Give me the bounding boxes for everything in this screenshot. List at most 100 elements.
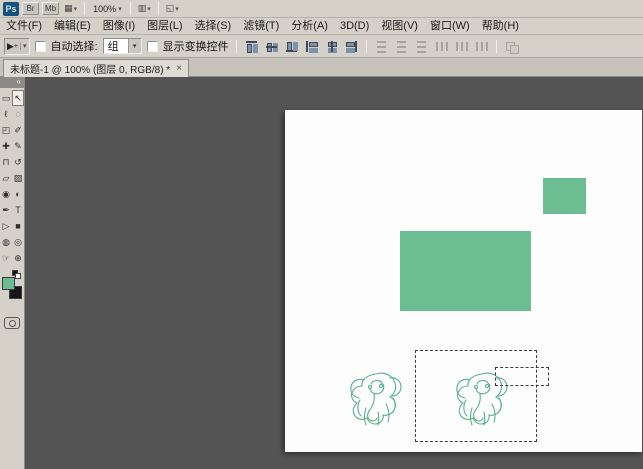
menu-item-select[interactable]: 选择(S) [189, 18, 238, 35]
separator [130, 2, 131, 15]
chevron-down-icon: ▾ [128, 39, 141, 53]
auto-align-layers-icon[interactable] [504, 39, 519, 54]
menu-item-edit[interactable]: 编辑(E) [48, 18, 97, 35]
chevron-down-icon: ▾ [175, 5, 179, 13]
distribute-vertical-centers-icon[interactable] [394, 39, 409, 54]
photoshop-window: Ps Br Mb ▦ ▾ 100% ▾ ▥ ▾ ◱ ▾ 文件(F) 编辑(E) … [0, 0, 643, 469]
auto-select-target-value: 组 [104, 38, 128, 54]
quick-mask-mode-button[interactable] [4, 317, 20, 329]
arrange-documents-dropdown[interactable]: ▦ ▾ [62, 2, 79, 16]
eraser-tool[interactable]: ▱ [0, 170, 12, 186]
clone-stamp-tool[interactable]: ⊓ [0, 154, 12, 170]
menu-item-view[interactable]: 视图(V) [375, 18, 424, 35]
move-tool-icon: ▶ [7, 41, 14, 52]
chevron-down-icon: ▾ [147, 5, 151, 13]
brush-tool[interactable]: ✎ [12, 138, 24, 154]
hand-tool[interactable]: ☞ [0, 250, 12, 266]
canvas-workspace [25, 77, 643, 469]
large-green-rect-shape [400, 231, 531, 311]
tools-panel: « ▭ ↖ ℓ ◌ ◰ ✐ ✚ ✎ ⊓ ↺ ▱ ▨ ◉ ◐ ✒ T ▷ ■ ◍ … [0, 77, 25, 469]
rectangle-shape-tool[interactable]: ■ [12, 218, 24, 234]
menu-item-3d[interactable]: 3D(D) [334, 18, 375, 35]
distribute-top-edges-icon[interactable] [374, 39, 389, 54]
separator [496, 40, 497, 53]
view-extras-icon: ▥ [138, 3, 147, 14]
show-transform-controls-checkbox[interactable] [147, 41, 158, 52]
crop-tool[interactable]: ◰ [0, 122, 12, 138]
tool-preset-picker[interactable]: ▶ + ▾ [4, 38, 30, 55]
lasso-tool[interactable]: ℓ [0, 106, 12, 122]
menu-item-file[interactable]: 文件(F) [0, 18, 48, 35]
auto-select-label: 自动选择: [51, 38, 98, 54]
align-vertical-centers-icon[interactable] [264, 39, 279, 54]
chevron-down-icon: ▾ [74, 5, 78, 13]
separator [236, 40, 237, 53]
align-left-edges-icon[interactable] [304, 39, 319, 54]
bridge-button[interactable]: Br [22, 2, 39, 15]
close-icon[interactable]: × [176, 63, 182, 74]
quick-selection-tool[interactable]: ◌ [12, 106, 24, 122]
view-extras-dropdown[interactable]: ▥ ▾ [136, 2, 153, 16]
document-tab[interactable]: 未标题-1 @ 100% (图层 0, RGB/8) * × [3, 59, 189, 77]
photoshop-logo: Ps [3, 2, 19, 16]
pen-tool[interactable]: ✒ [0, 202, 12, 218]
menu-item-image[interactable]: 图像(I) [97, 18, 141, 35]
eyedropper-tool[interactable]: ✐ [12, 122, 24, 138]
tool-options-bar: ▶ + ▾ 自动选择: 组 ▾ 显示变换控件 [0, 35, 643, 58]
distribute-right-edges-icon[interactable] [474, 39, 489, 54]
menu-item-analysis[interactable]: 分析(A) [285, 18, 334, 35]
separator [158, 2, 159, 15]
menu-item-layer[interactable]: 图层(L) [141, 18, 188, 35]
collapse-panel-button[interactable]: « [0, 77, 24, 88]
document-tab-title: 未标题-1 @ 100% (图层 0, RGB/8) * [10, 61, 170, 76]
move-tool[interactable]: ↖ [12, 90, 24, 106]
separator [366, 40, 367, 53]
history-brush-tool[interactable]: ↺ [12, 154, 24, 170]
align-horizontal-centers-icon[interactable] [324, 39, 339, 54]
auto-select-target-dropdown[interactable]: 组 ▾ [103, 38, 142, 54]
menu-item-help[interactable]: 帮助(H) [476, 18, 525, 35]
spot-healing-brush-tool[interactable]: ✚ [0, 138, 12, 154]
selection-marquee [415, 350, 537, 442]
menu-item-window[interactable]: 窗口(W) [424, 18, 476, 35]
separator [84, 2, 85, 15]
small-green-square-shape [543, 178, 586, 214]
tools-grid: ▭ ↖ ℓ ◌ ◰ ✐ ✚ ✎ ⊓ ↺ ▱ ▨ ◉ ◐ ✒ T ▷ ■ ◍ ◎ … [0, 90, 24, 266]
chevron-down-icon: ▾ [118, 5, 122, 13]
path-selection-tool[interactable]: ▷ [0, 218, 12, 234]
application-bar: Ps Br Mb ▦ ▾ 100% ▾ ▥ ▾ ◱ ▾ [0, 0, 643, 18]
chevron-down-icon: ▾ [20, 42, 27, 50]
3d-orbit-tool[interactable]: ◎ [12, 234, 24, 250]
menu-bar: 文件(F) 编辑(E) 图像(I) 图层(L) 选择(S) 滤镜(T) 分析(A… [0, 18, 643, 35]
distribute-left-edges-icon[interactable] [434, 39, 449, 54]
screen-mode-dropdown[interactable]: ◱ ▾ [164, 2, 181, 16]
distribute-horizontal-centers-icon[interactable] [454, 39, 469, 54]
zoom-level-dropdown[interactable]: 100% ▾ [90, 4, 125, 14]
distribute-bottom-edges-icon[interactable] [414, 39, 429, 54]
mini-bridge-button[interactable]: Mb [42, 2, 59, 15]
align-right-edges-icon[interactable] [344, 39, 359, 54]
3d-rotate-tool[interactable]: ◍ [0, 234, 12, 250]
screen-mode-icon: ◱ [166, 3, 175, 14]
color-swatches [0, 270, 24, 304]
document-canvas[interactable] [285, 110, 642, 452]
foreground-color-swatch[interactable] [2, 277, 15, 290]
dodge-tool[interactable]: ◐ [12, 186, 24, 202]
align-top-edges-icon[interactable] [244, 39, 259, 54]
zoom-level-value: 100% [93, 4, 116, 14]
small-selection-marquee [495, 367, 549, 386]
plus-icon: + [14, 43, 18, 50]
zoom-tool[interactable]: ⊕ [12, 250, 24, 266]
blur-tool[interactable]: ◉ [0, 186, 12, 202]
type-tool[interactable]: T [12, 202, 24, 218]
gradient-tool[interactable]: ▨ [12, 170, 24, 186]
quick-mask-icon [9, 320, 16, 327]
rectangular-marquee-tool[interactable]: ▭ [0, 90, 12, 106]
sketch-drawing-left [340, 360, 412, 438]
menu-item-filter[interactable]: 滤镜(T) [237, 18, 285, 35]
document-tab-strip: 未标题-1 @ 100% (图层 0, RGB/8) * × [0, 58, 643, 77]
show-transform-controls-label: 显示变换控件 [163, 38, 229, 54]
auto-select-checkbox[interactable] [35, 41, 46, 52]
align-bottom-edges-icon[interactable] [284, 39, 299, 54]
arrange-documents-icon: ▦ [64, 3, 73, 14]
